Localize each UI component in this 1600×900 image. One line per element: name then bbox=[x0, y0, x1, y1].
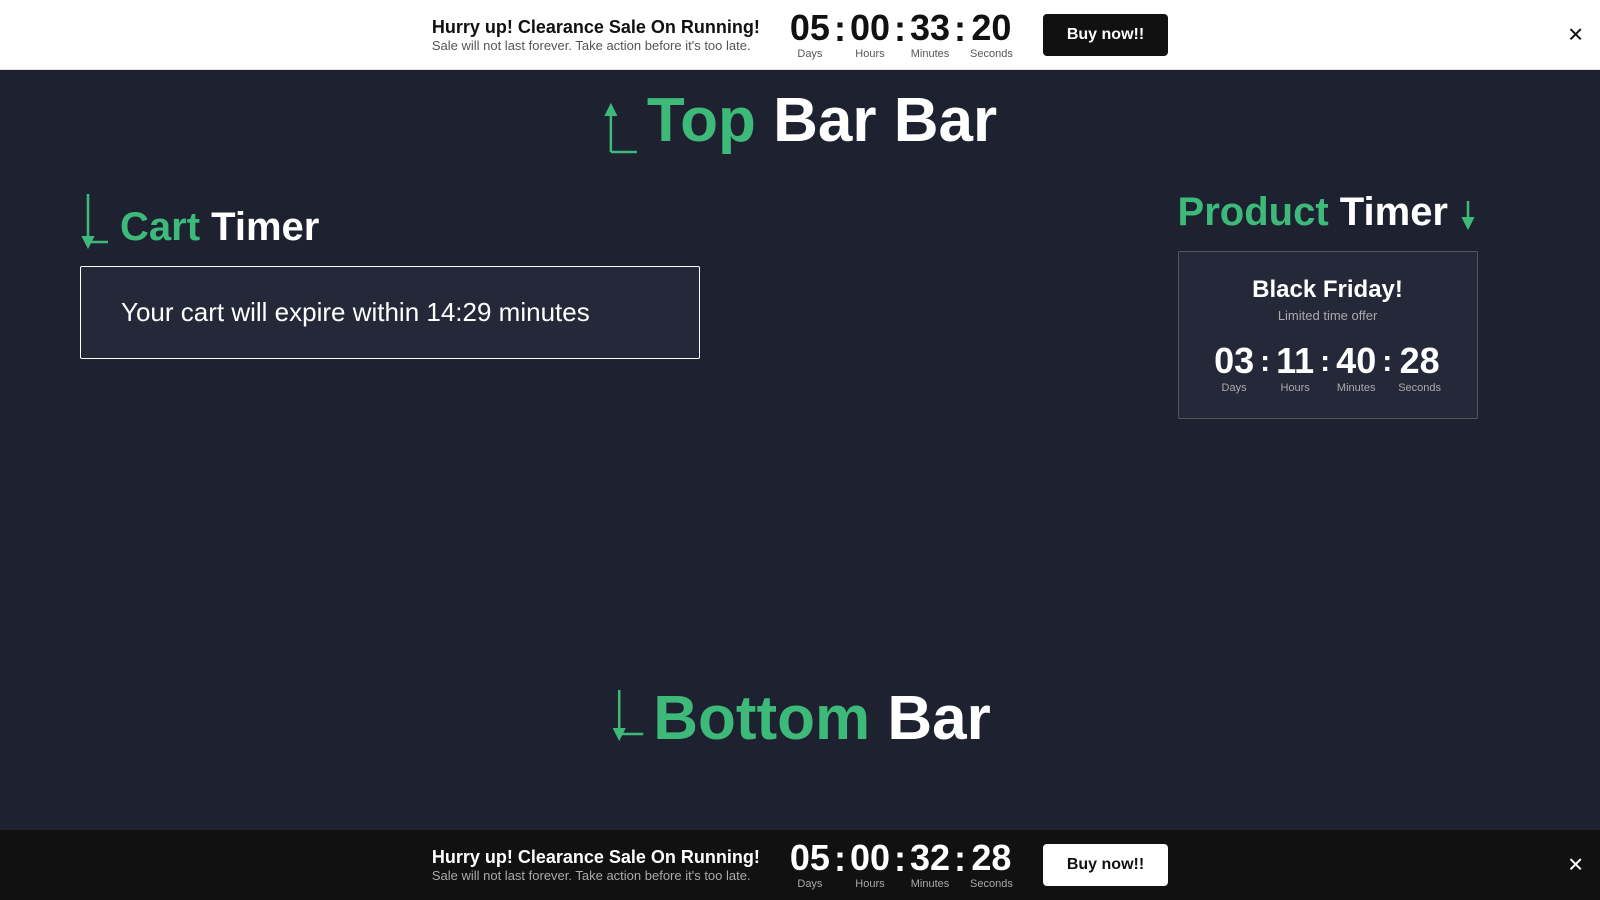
top-bar: Hurry up! Clearance Sale On Running! Sal… bbox=[0, 0, 1600, 70]
cart-timer-label: Cart Timer bbox=[80, 190, 700, 250]
product-hours-label: Hours bbox=[1280, 382, 1309, 394]
top-bar-heading-white2: Bar bbox=[894, 86, 997, 155]
bottom-bar-heading-white: Bar bbox=[887, 684, 990, 753]
top-bar-heading-white: Bar bbox=[773, 86, 876, 155]
bottom-colon-2: : bbox=[894, 838, 906, 880]
top-countdown-days-number: 05 bbox=[790, 10, 830, 46]
product-box-title: Black Friday! bbox=[1203, 276, 1453, 304]
top-countdown-minutes-number: 33 bbox=[910, 10, 950, 46]
bottom-countdown-hours-label: Hours bbox=[855, 878, 884, 890]
bottom-colon-1: : bbox=[834, 838, 846, 880]
product-minutes-unit: 40 Minutes bbox=[1336, 343, 1376, 394]
top-countdown-hours-number: 00 bbox=[850, 10, 890, 46]
product-timer-arrow-icon bbox=[1456, 199, 1480, 231]
cart-box: Your cart will expire within 14:29 minut… bbox=[80, 266, 700, 359]
bottom-countdown-days-label: Days bbox=[797, 878, 822, 890]
top-bar-heading-green: Top bbox=[647, 86, 756, 155]
bottom-countdown-minutes-unit: 32 Minutes bbox=[910, 840, 950, 890]
bottom-bar: Hurry up! Clearance Sale On Running! Sal… bbox=[0, 830, 1600, 900]
product-colon-3: : bbox=[1382, 345, 1392, 379]
product-days-unit: 03 Days bbox=[1214, 343, 1254, 394]
bottom-countdown-minutes-number: 32 bbox=[910, 840, 950, 876]
product-seconds-label: Seconds bbox=[1398, 382, 1441, 394]
main-content: Top Bar Bar Cart Timer Your cart will ex… bbox=[0, 70, 1600, 830]
bottom-bar-heading-green: Bottom bbox=[653, 684, 870, 753]
cart-heading-white: Timer bbox=[211, 205, 319, 249]
product-heading-green: Product bbox=[1178, 190, 1329, 234]
bottom-countdown-hours-unit: 00 Hours bbox=[850, 840, 890, 890]
bottom-colon-3: : bbox=[954, 838, 966, 880]
bottom-countdown-days-unit: 05 Days bbox=[790, 840, 830, 890]
product-box-subtitle: Limited time offer bbox=[1203, 308, 1453, 323]
product-timer-heading: Product Timer bbox=[1178, 190, 1448, 235]
top-bar-arrow-icon bbox=[603, 100, 639, 156]
product-heading-white: Timer bbox=[1340, 190, 1448, 234]
product-seconds-number: 28 bbox=[1400, 343, 1440, 379]
top-bar-text: Hurry up! Clearance Sale On Running! Sal… bbox=[432, 17, 760, 53]
cart-box-text: Your cart will expire within 14:29 minut… bbox=[121, 297, 659, 328]
bottom-countdown-minutes-label: Minutes bbox=[911, 878, 950, 890]
top-bar-countdown: 05 Days : 00 Hours : 33 Minutes : 20 Sec… bbox=[790, 8, 1013, 62]
product-days-number: 03 bbox=[1214, 343, 1254, 379]
bottom-bar-heading-row: Bottom Bar bbox=[609, 686, 991, 750]
product-minutes-number: 40 bbox=[1336, 343, 1376, 379]
top-bar-close-button[interactable]: ✕ bbox=[1567, 22, 1584, 47]
top-countdown-days-label: Days bbox=[797, 48, 822, 60]
bottom-bar-heading: Bottom Bar bbox=[653, 688, 991, 750]
top-bar-subline: Sale will not last forever. Take action … bbox=[432, 38, 760, 53]
top-bar-heading: Top Bar Bar bbox=[647, 90, 997, 152]
product-hours-number: 11 bbox=[1276, 343, 1314, 379]
top-countdown-seconds-number: 20 bbox=[971, 10, 1011, 46]
bottom-bar-arrow-icon bbox=[609, 686, 645, 742]
top-countdown-seconds-unit: 20 Seconds bbox=[970, 10, 1013, 60]
top-countdown-minutes-label: Minutes bbox=[911, 48, 950, 60]
bottom-countdown-seconds-unit: 28 Seconds bbox=[970, 840, 1013, 890]
top-countdown-minutes-unit: 33 Minutes bbox=[910, 10, 950, 60]
top-colon-3: : bbox=[954, 8, 966, 50]
top-countdown-hours-label: Hours bbox=[855, 48, 884, 60]
cart-timer-section: Cart Timer Your cart will expire within … bbox=[80, 190, 700, 359]
product-days-label: Days bbox=[1222, 382, 1247, 394]
bottom-bar-countdown: 05 Days : 00 Hours : 32 Minutes : 28 Sec… bbox=[790, 838, 1013, 892]
bottom-bar-buy-button[interactable]: Buy now!! bbox=[1043, 844, 1168, 886]
bottom-bar-subline: Sale will not last forever. Take action … bbox=[432, 868, 760, 883]
bottom-countdown-seconds-number: 28 bbox=[971, 840, 1011, 876]
cart-heading-green: Cart bbox=[120, 205, 200, 249]
cart-timer-heading: Cart Timer bbox=[120, 205, 319, 250]
product-minutes-label: Minutes bbox=[1337, 382, 1376, 394]
bottom-bar-label-section: Bottom Bar bbox=[609, 686, 991, 750]
top-countdown-days-unit: 05 Days bbox=[790, 10, 830, 60]
top-bar-headline: Hurry up! Clearance Sale On Running! bbox=[432, 17, 760, 38]
bottom-bar-text: Hurry up! Clearance Sale On Running! Sal… bbox=[432, 847, 760, 883]
top-countdown-hours-unit: 00 Hours bbox=[850, 10, 890, 60]
bottom-countdown-seconds-label: Seconds bbox=[970, 878, 1013, 890]
product-timer-section: Product Timer Black Friday! Limited time… bbox=[1178, 190, 1480, 419]
top-countdown-seconds-label: Seconds bbox=[970, 48, 1013, 60]
bottom-bar-close-button[interactable]: ✕ bbox=[1567, 853, 1584, 878]
product-timer-label: Product Timer bbox=[1178, 190, 1480, 235]
bottom-countdown-hours-number: 00 bbox=[850, 840, 890, 876]
product-hours-unit: 11 Hours bbox=[1276, 343, 1314, 394]
cart-timer-arrow-icon bbox=[80, 190, 112, 250]
bottom-bar-headline: Hurry up! Clearance Sale On Running! bbox=[432, 847, 760, 868]
bottom-countdown-days-number: 05 bbox=[790, 840, 830, 876]
top-colon-2: : bbox=[894, 8, 906, 50]
product-countdown: 03 Days : 11 Hours : 40 Minutes : 28 Sec… bbox=[1203, 343, 1453, 394]
top-bar-label-section: Top Bar Bar bbox=[603, 90, 997, 156]
product-colon-1: : bbox=[1260, 345, 1270, 379]
product-box: Black Friday! Limited time offer 03 Days… bbox=[1178, 251, 1478, 419]
product-seconds-unit: 28 Seconds bbox=[1398, 343, 1441, 394]
product-colon-2: : bbox=[1320, 345, 1330, 379]
top-colon-1: : bbox=[834, 8, 846, 50]
top-bar-buy-button[interactable]: Buy now!! bbox=[1043, 14, 1168, 56]
